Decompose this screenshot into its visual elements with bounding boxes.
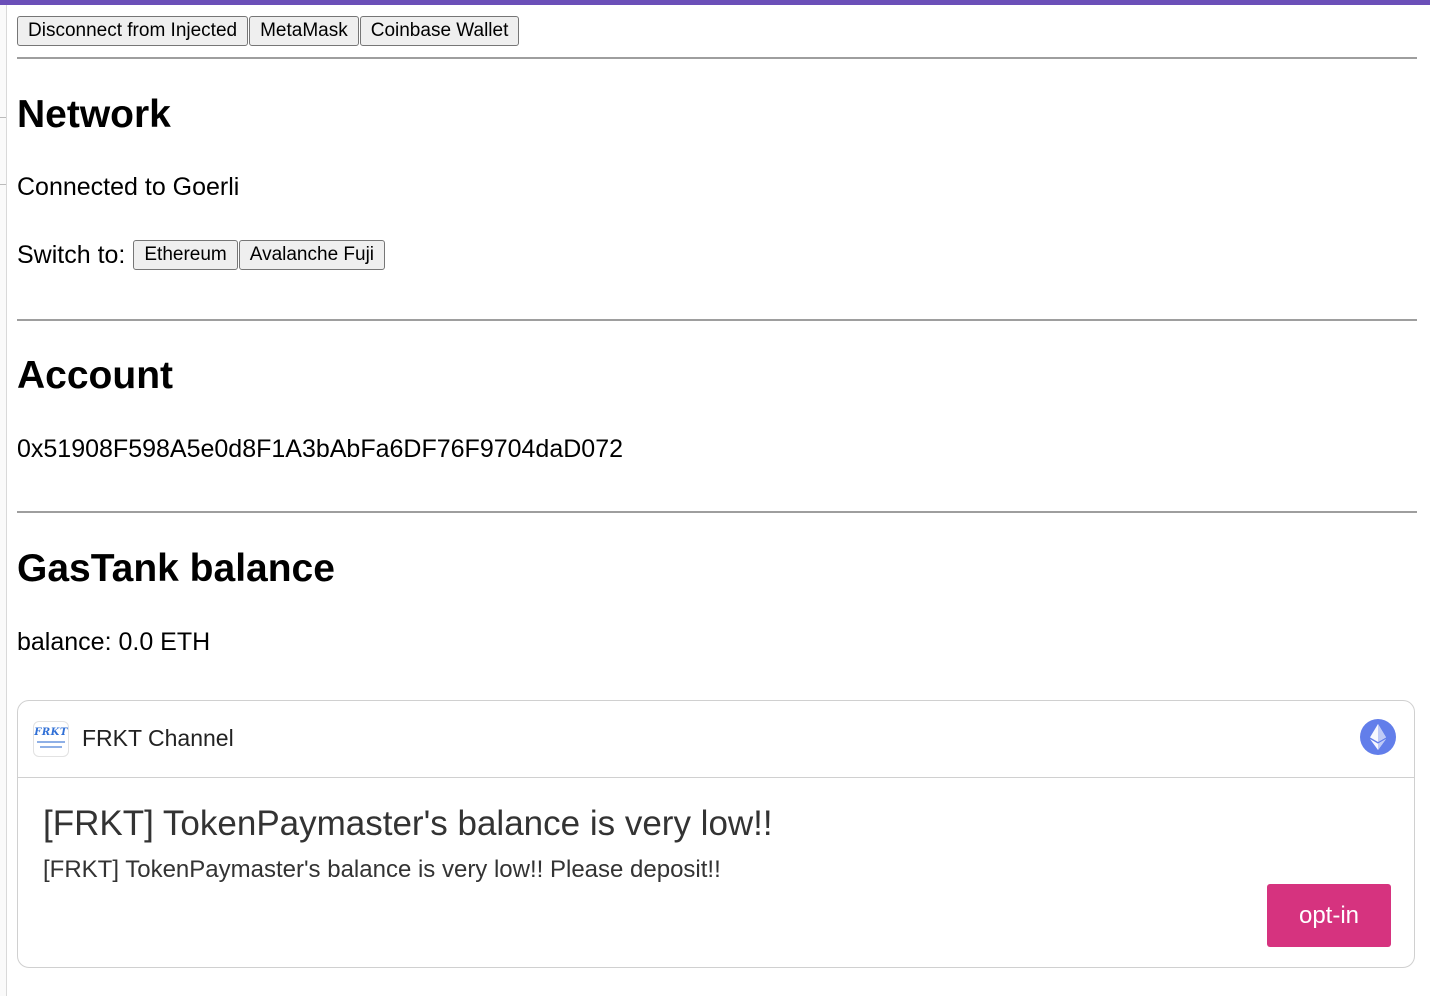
switch-ethereum-button[interactable]: Ethereum bbox=[133, 240, 238, 270]
gastank-balance: balance: 0.0 ETH bbox=[17, 628, 211, 656]
network-switch-row: Switch to: Ethereum Avalanche Fuji bbox=[17, 240, 386, 270]
channel-logo-text: FRKT bbox=[34, 727, 68, 738]
divider bbox=[17, 57, 1417, 59]
account-address: 0x51908F598A5e0d8F1A3bAbFa6DF76F9704daD0… bbox=[17, 435, 624, 463]
wallet-button-row: Disconnect from Injected MetaMask Coinba… bbox=[17, 16, 520, 46]
opt-in-button[interactable]: opt-in bbox=[1267, 884, 1391, 947]
left-panel-input-edge bbox=[0, 117, 6, 185]
switch-avalanche-fuji-button[interactable]: Avalanche Fuji bbox=[238, 240, 386, 270]
notification-body: [FRKT] TokenPaymaster's balance is very … bbox=[43, 856, 721, 883]
metamask-button[interactable]: MetaMask bbox=[249, 16, 359, 46]
switch-label: Switch to: bbox=[17, 241, 126, 269]
account-heading: Account bbox=[17, 354, 173, 397]
channel-logo-line bbox=[40, 746, 62, 748]
disconnect-button[interactable]: Disconnect from Injected bbox=[17, 16, 249, 46]
divider bbox=[17, 319, 1417, 321]
network-status: Connected to Goerli bbox=[17, 173, 240, 201]
channel-name: FRKT Channel bbox=[82, 725, 234, 751]
ethereum-icon bbox=[1360, 719, 1396, 755]
left-panel-edge bbox=[0, 5, 7, 996]
channel-logo: FRKT bbox=[33, 721, 69, 757]
channel-logo-line bbox=[37, 741, 65, 743]
notification-title: [FRKT] TokenPaymaster's balance is very … bbox=[43, 804, 773, 843]
coinbase-wallet-button[interactable]: Coinbase Wallet bbox=[359, 16, 520, 46]
window-top-bar bbox=[0, 0, 1430, 5]
divider bbox=[17, 511, 1417, 513]
notification-card-header: FRKT FRKT Channel bbox=[18, 701, 1414, 778]
gastank-heading: GasTank balance bbox=[17, 547, 335, 590]
notification-card: FRKT FRKT Channel [FRKT] TokenPaymaster'… bbox=[17, 700, 1415, 968]
network-heading: Network bbox=[17, 93, 171, 136]
